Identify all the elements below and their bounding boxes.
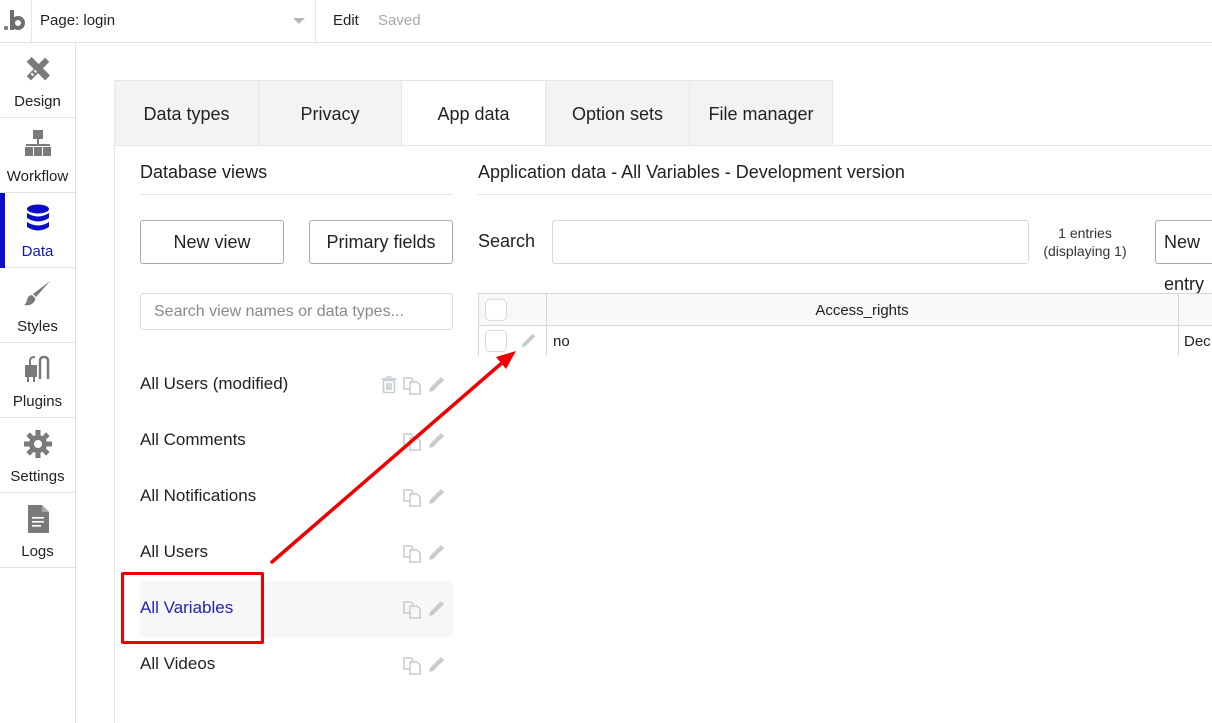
table-row[interactable]: no Dec bbox=[479, 326, 1212, 356]
rail-item-data[interactable]: Data bbox=[0, 193, 75, 268]
entries-count: 1 entries (displaying 1) bbox=[1030, 224, 1140, 260]
database-icon bbox=[27, 204, 49, 231]
column-divider bbox=[1178, 294, 1179, 356]
view-name: All Users bbox=[140, 542, 209, 561]
pencil-icon[interactable] bbox=[426, 431, 446, 451]
rail-item-plugins[interactable]: Plugins bbox=[0, 343, 75, 418]
copy-icon[interactable] bbox=[402, 431, 422, 451]
rail-label: Logs bbox=[21, 543, 54, 560]
cell-access-rights: no bbox=[553, 333, 570, 350]
rail-label: Data bbox=[21, 243, 54, 260]
copy-icon[interactable] bbox=[402, 655, 422, 675]
design-icon bbox=[26, 56, 51, 81]
table-header: Access_rights bbox=[479, 294, 1212, 326]
workflow-icon bbox=[25, 130, 51, 156]
rail-label: Styles bbox=[17, 318, 58, 335]
tab-file-manager[interactable]: File manager bbox=[689, 80, 833, 145]
column-header-access-rights[interactable]: Access_rights bbox=[547, 302, 1177, 319]
column-divider bbox=[546, 294, 547, 356]
copy-icon[interactable] bbox=[402, 543, 422, 563]
page-selector[interactable]: Page: login bbox=[32, 0, 316, 42]
data-search-input[interactable] bbox=[552, 220, 1029, 264]
view-item-all-notifications[interactable]: All Notifications bbox=[140, 469, 453, 525]
row-checkbox[interactable] bbox=[485, 330, 507, 352]
divider bbox=[140, 194, 453, 195]
trash-icon[interactable] bbox=[379, 375, 399, 395]
rail-item-design[interactable]: Design bbox=[0, 43, 75, 118]
entries-displaying: (displaying 1) bbox=[1043, 243, 1127, 259]
rail-label: Plugins bbox=[12, 393, 63, 410]
divider bbox=[478, 194, 1212, 195]
pencil-icon[interactable] bbox=[426, 543, 446, 563]
cell-date: Dec bbox=[1184, 333, 1211, 350]
rail-item-workflow[interactable]: Workflow bbox=[0, 118, 75, 193]
database-views-title: Database views bbox=[140, 162, 268, 182]
view-name: All Comments bbox=[140, 430, 246, 449]
entries-total: 1 entries bbox=[1058, 225, 1112, 241]
tab-option-sets[interactable]: Option sets bbox=[545, 80, 690, 145]
save-status: Saved bbox=[378, 12, 421, 29]
tab-data-types[interactable]: Data types bbox=[114, 80, 259, 145]
primary-fields-button[interactable]: Primary fields bbox=[309, 220, 453, 264]
chevron-down-icon bbox=[293, 18, 305, 24]
copy-icon[interactable] bbox=[402, 487, 422, 507]
tab-privacy[interactable]: Privacy bbox=[258, 80, 402, 145]
view-item-all-users-modified[interactable]: All Users (modified) bbox=[140, 357, 453, 413]
select-all-checkbox[interactable] bbox=[485, 299, 507, 321]
left-rail: Design Workflow Data Styles Plugins Sett… bbox=[0, 43, 76, 723]
rail-item-settings[interactable]: Settings bbox=[0, 418, 75, 493]
brush-icon bbox=[24, 281, 50, 306]
rail-label: Settings bbox=[10, 468, 65, 485]
search-label: Search bbox=[478, 231, 536, 251]
view-name: All Notifications bbox=[140, 486, 257, 505]
view-name: All Videos bbox=[140, 654, 216, 673]
gear-icon bbox=[24, 430, 52, 458]
rail-item-logs[interactable]: Logs bbox=[0, 493, 75, 568]
new-view-button[interactable]: New view bbox=[140, 220, 284, 264]
pencil-icon[interactable] bbox=[426, 375, 446, 395]
logo-dot bbox=[4, 26, 8, 30]
row-edit-icon[interactable] bbox=[519, 332, 537, 350]
bubble-logo[interactable] bbox=[0, 0, 32, 42]
app-data-title: Application data - All Variables - Devel… bbox=[478, 162, 905, 182]
tab-app-data[interactable]: App data bbox=[401, 80, 546, 145]
new-entry-button[interactable]: New entry bbox=[1155, 220, 1212, 294]
logo-bowl bbox=[11, 16, 25, 30]
rail-item-styles[interactable]: Styles bbox=[0, 268, 75, 343]
view-item-all-videos[interactable]: All Videos bbox=[140, 637, 453, 693]
top-bar: Page: login Edit Saved bbox=[0, 0, 1212, 43]
data-table: Access_rights no Dec bbox=[478, 293, 1212, 356]
edit-menu[interactable]: Edit bbox=[333, 12, 359, 29]
copy-icon[interactable] bbox=[402, 599, 422, 619]
view-item-all-comments[interactable]: All Comments bbox=[140, 413, 453, 469]
plugin-icon bbox=[25, 355, 50, 382]
page-selector-label: Page: login bbox=[40, 12, 116, 29]
highlight-box bbox=[121, 572, 264, 644]
copy-icon[interactable] bbox=[402, 375, 422, 395]
view-name: All Users (modified) bbox=[140, 374, 289, 393]
pencil-icon[interactable] bbox=[426, 655, 446, 675]
rail-label: Workflow bbox=[6, 168, 69, 185]
document-icon bbox=[28, 505, 49, 533]
search-views-input[interactable] bbox=[140, 293, 453, 330]
rail-label: Design bbox=[14, 93, 61, 110]
pencil-icon[interactable] bbox=[426, 599, 446, 619]
pencil-icon[interactable] bbox=[426, 487, 446, 507]
